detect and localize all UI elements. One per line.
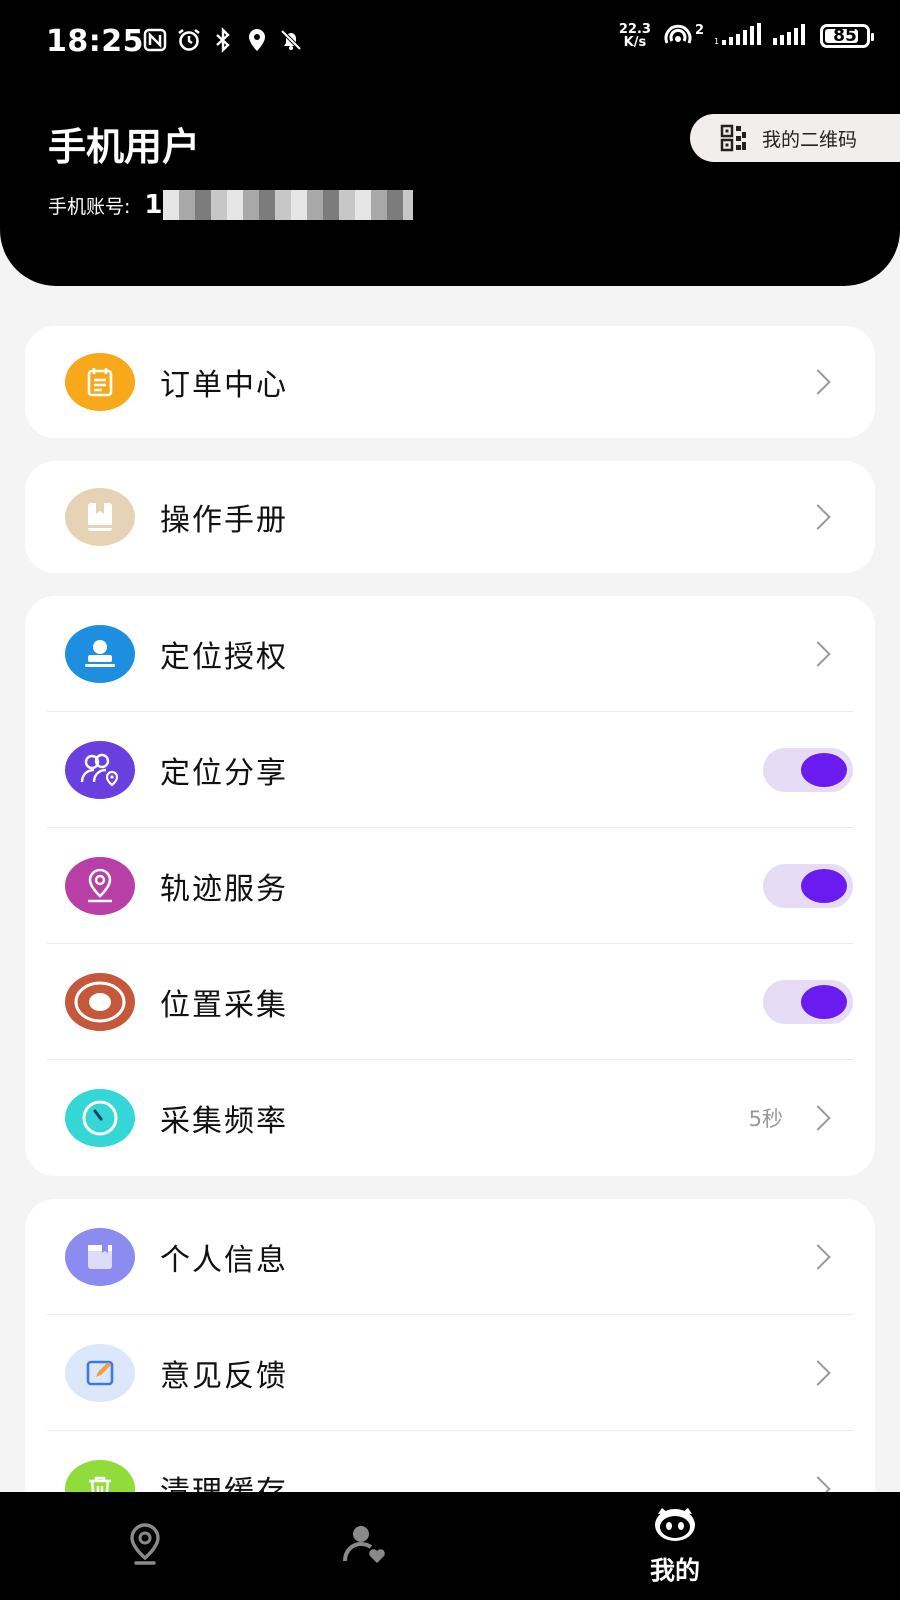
silent-bell-icon bbox=[278, 26, 304, 54]
menu-item-label: 采集频率 bbox=[160, 1104, 288, 1139]
alarm-icon bbox=[176, 26, 202, 54]
battery-percent: 85 bbox=[833, 26, 857, 46]
chevron-right-icon bbox=[805, 641, 831, 667]
signal-1-icon: 1 bbox=[714, 22, 762, 50]
bottom-nav: 我的 bbox=[0, 1492, 900, 1600]
tab-me-label: 我的 bbox=[649, 1556, 700, 1585]
menu-item-location-share[interactable]: 定位分享 bbox=[25, 712, 875, 828]
account-label: 手机账号: bbox=[48, 195, 131, 218]
status-icons-left bbox=[142, 26, 304, 54]
stamp-icon bbox=[65, 625, 135, 683]
location-share-toggle[interactable] bbox=[763, 748, 853, 792]
manual-card: 操作手册 bbox=[25, 461, 875, 573]
status-icons-right: 22.3 K/s 2 1 85 bbox=[618, 22, 874, 50]
clock-icon bbox=[65, 1089, 135, 1147]
tab-contacts[interactable] bbox=[330, 1492, 400, 1600]
tab-map[interactable] bbox=[110, 1492, 180, 1600]
mascot-face-icon bbox=[652, 1505, 698, 1547]
edit-icon bbox=[65, 1344, 135, 1402]
status-time: 18:25 bbox=[46, 24, 144, 59]
menu-item-label: 定位分享 bbox=[160, 756, 288, 791]
account-card: 个人信息 意见反馈 清理缓存 bbox=[25, 1199, 875, 1519]
book-icon bbox=[65, 488, 135, 546]
chevron-right-icon bbox=[805, 1244, 831, 1270]
toggle-knob bbox=[801, 985, 847, 1019]
svg-text:1: 1 bbox=[714, 37, 719, 46]
user-heart-icon bbox=[341, 1521, 389, 1571]
map-pin-icon bbox=[65, 857, 135, 915]
menu-item-feedback[interactable]: 意见反馈 bbox=[25, 1315, 875, 1431]
toggle-knob bbox=[801, 869, 847, 903]
location-collect-toggle[interactable] bbox=[763, 980, 853, 1024]
tab-me[interactable]: 我的 bbox=[620, 1492, 730, 1600]
location-pin-icon bbox=[125, 1521, 165, 1571]
nfc-icon bbox=[142, 26, 168, 54]
location-icon bbox=[244, 26, 270, 54]
users-location-icon bbox=[65, 741, 135, 799]
clipboard-icon bbox=[65, 353, 135, 411]
menu-item-collect-frequency[interactable]: 采集频率 5秒 bbox=[25, 1060, 875, 1176]
user-name: 手机用户 bbox=[48, 125, 201, 169]
chevron-right-icon bbox=[805, 369, 831, 395]
menu-item-label: 定位授权 bbox=[160, 640, 288, 675]
collect-frequency-value: 5秒 bbox=[748, 1107, 783, 1131]
menu-item-manual[interactable]: 操作手册 bbox=[25, 461, 875, 573]
hotspot-icon: 2 bbox=[661, 23, 704, 49]
track-service-toggle[interactable] bbox=[763, 864, 853, 908]
chevron-right-icon bbox=[805, 504, 831, 530]
net-speed: 22.3 K/s bbox=[618, 22, 651, 50]
menu-item-location-collect[interactable]: 位置采集 bbox=[25, 944, 875, 1060]
menu-item-label: 个人信息 bbox=[160, 1243, 288, 1278]
target-icon bbox=[65, 973, 135, 1031]
menu-item-orders[interactable]: 订单中心 bbox=[25, 326, 875, 438]
toggle-knob bbox=[801, 753, 847, 787]
menu-item-label: 位置采集 bbox=[160, 988, 288, 1023]
location-settings-card: 定位授权 定位分享 轨迹服务 位置采集 采集频率 5秒 bbox=[25, 596, 875, 1176]
hotspot-count: 2 bbox=[694, 23, 704, 38]
chevron-right-icon bbox=[805, 1105, 831, 1131]
qrcode-icon bbox=[720, 124, 748, 152]
battery-indicator: 85 bbox=[820, 24, 874, 48]
menu-item-personal-info[interactable]: 个人信息 bbox=[25, 1199, 875, 1315]
orders-card: 订单中心 bbox=[25, 326, 875, 438]
menu-item-label: 轨迹服务 bbox=[160, 872, 288, 907]
menu-item-track-service[interactable]: 轨迹服务 bbox=[25, 828, 875, 944]
status-bar: 18:25 22.3 K/s 2 1 85 bbox=[0, 0, 900, 84]
menu-item-location-auth[interactable]: 定位授权 bbox=[25, 596, 875, 712]
account-number: 1 bbox=[144, 190, 163, 220]
bluetooth-icon bbox=[210, 26, 236, 54]
profile-header: 18:25 22.3 K/s 2 1 85 手机用户 手机账号: 1 我的二维码 bbox=[0, 0, 900, 286]
account-line: 手机账号: 1 bbox=[48, 190, 413, 220]
menu-item-label: 操作手册 bbox=[160, 503, 288, 538]
my-qrcode-label: 我的二维码 bbox=[762, 128, 858, 151]
my-qrcode-button[interactable]: 我的二维码 bbox=[690, 114, 900, 162]
menu-item-label: 订单中心 bbox=[160, 368, 288, 403]
profile-card-icon bbox=[65, 1228, 135, 1286]
signal-2-icon bbox=[772, 22, 810, 50]
account-number-mask bbox=[162, 190, 413, 220]
menu-item-label: 意见反馈 bbox=[160, 1359, 288, 1394]
chevron-right-icon bbox=[805, 1360, 831, 1386]
